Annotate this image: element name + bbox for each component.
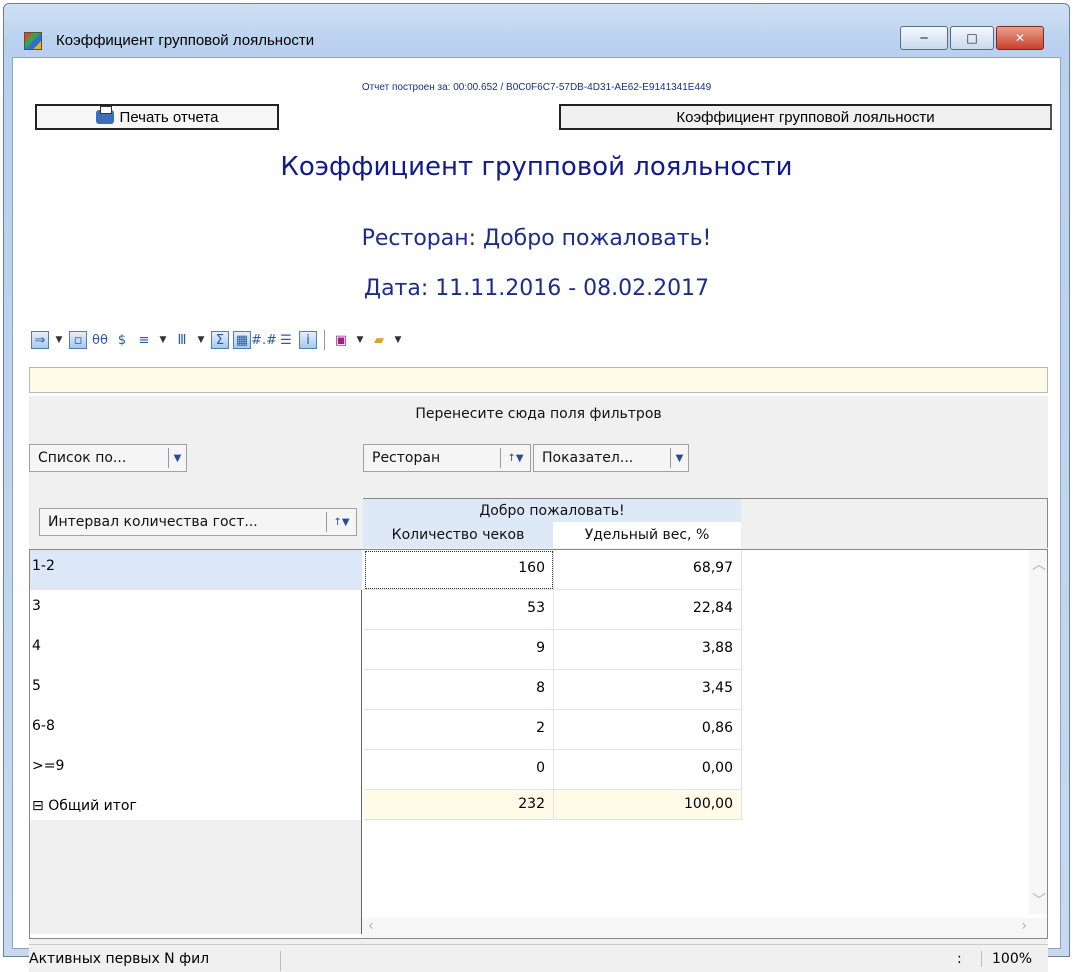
data-area: 1-2 3 4 5 6-8 >=9 ⊟ Общий итог 160 68,97… [29, 549, 1048, 939]
indicators-field-button[interactable]: Показател... ▼ [533, 444, 689, 472]
text-icon[interactable]: ☰ [277, 331, 295, 349]
column-header-area [363, 498, 1048, 548]
sum-icon[interactable]: Σ [211, 331, 229, 349]
sort-filter-icon[interactable]: ↑▼ [500, 448, 530, 468]
barcode-icon[interactable]: Ⅲ [173, 331, 191, 349]
indicators-field-label: Показател... [542, 450, 634, 466]
cell-share[interactable]: 68,97 [554, 550, 742, 590]
close-button[interactable]: ✕ [996, 26, 1044, 50]
restaurant-field-label: Ресторан [372, 450, 441, 466]
folder-icon[interactable]: ▰ [370, 331, 388, 349]
report-client-area: Отчет построен за: 00:00.652 / B0C0F6C7-… [12, 57, 1061, 972]
field-list-label: Список по... [38, 450, 127, 466]
status-bar: Активных первых N фил : 100% [29, 944, 1048, 972]
report-date: Дата: 11.11.2016 - 08.02.2017 [363, 276, 710, 301]
cell-share[interactable]: 22,84 [554, 590, 742, 630]
hide-icon[interactable]: θθ [91, 331, 109, 349]
scroll-left-icon[interactable]: ‹ [368, 918, 374, 934]
cell-share[interactable]: 0,86 [554, 710, 742, 750]
sort-filter-icon[interactable]: ↑▼ [326, 512, 356, 532]
row-header[interactable]: 3 [30, 590, 362, 630]
columns-icon[interactable]: ≡ [135, 331, 153, 349]
save-layout-icon[interactable]: ▫ [69, 331, 87, 349]
zoom-level[interactable]: 100% [981, 951, 1032, 967]
row-field-button[interactable]: Интервал количества гост... ↑▼ [39, 508, 357, 536]
toolbar-separator [324, 330, 325, 350]
row-header-empty [30, 820, 362, 934]
report-selector-button[interactable]: Коэффициент групповой лояльности [559, 104, 1052, 130]
printer-icon [95, 106, 114, 124]
collapse-toggle-icon[interactable]: ⊟ [32, 798, 44, 814]
cell-checks[interactable]: 8 [364, 670, 554, 710]
cell-checks[interactable]: 53 [364, 590, 554, 630]
save-icon[interactable]: ▣ [332, 331, 350, 349]
report-restaurant: Ресторан: Добро пожаловать! [361, 226, 712, 251]
scroll-down-icon[interactable]: ﹀ [1032, 890, 1046, 910]
app-icon [24, 32, 42, 50]
cell-share[interactable]: 3,88 [554, 630, 742, 670]
maximize-button[interactable]: □ [950, 26, 994, 50]
cell-total-share[interactable]: 100,00 [554, 790, 742, 820]
grand-total-row-header[interactable]: ⊟ Общий итог [30, 790, 362, 820]
cell-checks[interactable]: 9 [364, 630, 554, 670]
print-report-label: Печать отчета [119, 108, 219, 126]
row-header[interactable]: 5 [30, 670, 362, 710]
row-field-label: Интервал количества гост... [48, 514, 258, 530]
scroll-right-icon[interactable]: › [1021, 918, 1027, 934]
filter-drop-hint[interactable]: Перенесите сюда поля фильтров [29, 406, 1048, 422]
arrow-down-icon[interactable]: ▼ [392, 331, 404, 349]
built-info: Отчет построен за: 00:00.652 / B0C0F6C7-… [361, 82, 712, 93]
title-bar[interactable]: Коэффициент групповой лояльности ─ □ ✕ [4, 4, 1069, 56]
window-title: Коэффициент групповой лояльности [56, 32, 315, 49]
report-window: Коэффициент групповой лояльности ─ □ ✕ О… [3, 3, 1070, 972]
pivot-toolbar: ⇒ ▼ ▫ θθ $ ≡ ▼ Ⅲ ▼ Σ ▦ #.# ☰ i ▣ ▼ ▰ ▼ [31, 328, 404, 352]
cell-checks[interactable]: 0 [364, 750, 554, 790]
row-header[interactable]: >=9 [30, 750, 362, 790]
chevron-down-icon[interactable]: ▼ [670, 448, 688, 468]
print-report-button[interactable]: Печать отчета [35, 104, 279, 130]
row-header[interactable]: 6-8 [30, 710, 362, 750]
cell-share[interactable]: 3,45 [554, 670, 742, 710]
minimize-button[interactable]: ─ [900, 26, 948, 50]
row-header[interactable]: 1-2 [30, 550, 362, 590]
filter-bar[interactable] [29, 367, 1048, 393]
vertical-scrollbar[interactable]: ︿ ﹀ [1029, 550, 1047, 914]
cell-checks[interactable]: 2 [364, 710, 554, 750]
export-icon[interactable]: ⇒ [31, 331, 49, 349]
cell-checks[interactable]: 160 [364, 550, 554, 590]
cell-total-checks[interactable]: 232 [364, 790, 554, 820]
arrow-down-icon[interactable]: ▼ [53, 331, 65, 349]
horizontal-scrollbar[interactable]: ‹ › [362, 918, 1047, 938]
status-text: Активных первых N фил [29, 951, 281, 971]
grand-total-label: Общий итог [48, 798, 137, 814]
chevron-down-icon[interactable]: ▼ [168, 448, 186, 468]
cell-share[interactable]: 0,00 [554, 750, 742, 790]
heatmap-icon[interactable]: ▦ [233, 331, 251, 349]
format-icon[interactable]: #.# [251, 331, 277, 349]
arrow-down-icon[interactable]: ▼ [354, 331, 366, 349]
pivot-grid: Перенесите сюда поля фильтров Список по.… [29, 396, 1048, 944]
row-header[interactable]: 4 [30, 630, 362, 670]
field-list-button[interactable]: Список по... ▼ [29, 444, 187, 472]
report-title: Коэффициент групповой лояльности [280, 152, 793, 182]
row-header-area: 1-2 3 4 5 6-8 >=9 ⊟ Общий итог [30, 550, 362, 820]
arrow-down-icon[interactable]: ▼ [195, 331, 207, 349]
info-icon[interactable]: i [299, 331, 317, 349]
status-separator: : [957, 951, 962, 967]
scroll-up-icon[interactable]: ︿ [1032, 554, 1046, 574]
restaurant-field-button[interactable]: Ресторан ↑▼ [363, 444, 531, 472]
arrow-down-icon[interactable]: ▼ [157, 331, 169, 349]
currency-icon[interactable]: $ [113, 331, 131, 349]
